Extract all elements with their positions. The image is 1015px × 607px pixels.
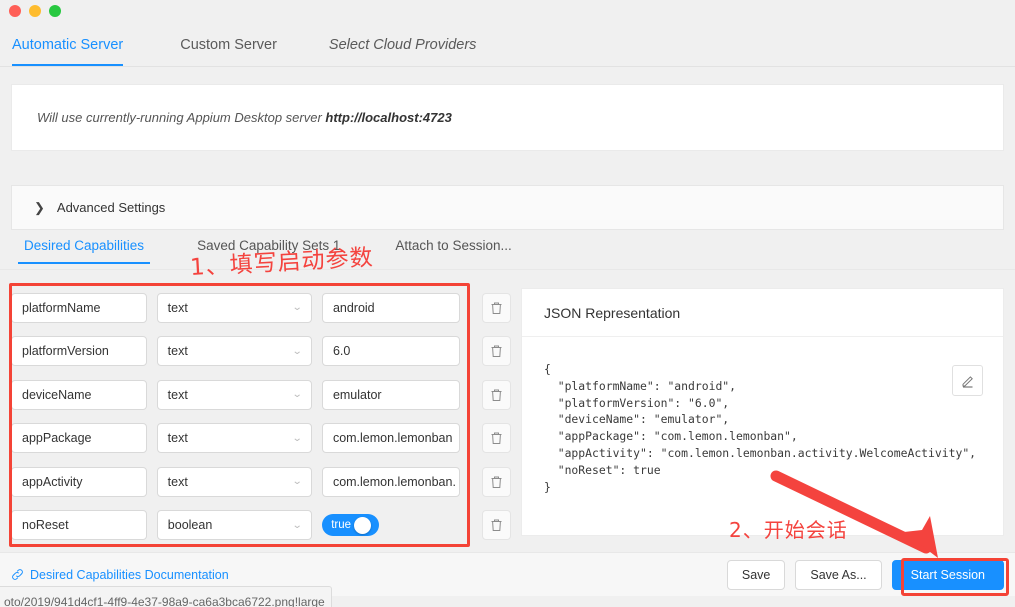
toggle-knob [354, 517, 371, 534]
capability-type-value: text [168, 344, 188, 358]
capability-name-input[interactable]: appActivity [11, 467, 147, 497]
delete-capability-button[interactable] [482, 336, 511, 366]
tab-attach-to-session[interactable]: Attach to Session... [395, 238, 511, 264]
capability-row: deviceName text ⌄ emulator [11, 373, 511, 417]
json-panel-title: JSON Representation [522, 289, 1003, 337]
chevron-down-icon: ⌄ [291, 346, 302, 357]
capability-value-input[interactable]: android [322, 293, 460, 323]
capability-value-input[interactable]: 6.0 [322, 336, 460, 366]
server-info-card: Will use currently-running Appium Deskto… [11, 84, 1004, 151]
capability-type-value: text [168, 431, 188, 445]
status-url-text: oto/2019/941d4cf1-4ff9-4e37-98a9-ca6a3bc… [4, 595, 325, 607]
delete-capability-button[interactable] [482, 423, 511, 453]
capability-value-input[interactable]: emulator [322, 380, 460, 410]
capability-type-value: text [168, 475, 188, 489]
save-as-button[interactable]: Save As... [795, 560, 881, 590]
server-info-url: http://localhost:4723 [325, 110, 451, 125]
link-icon [11, 568, 24, 581]
chevron-down-icon: ⌄ [291, 302, 302, 313]
capability-row: platformVersion text ⌄ 6.0 [11, 330, 511, 374]
advanced-settings-label: Advanced Settings [57, 200, 165, 215]
desired-capabilities-documentation-link[interactable]: Desired Capabilities Documentation [11, 568, 229, 582]
maximize-window-button[interactable] [49, 5, 61, 17]
chevron-right-icon: ❯ [34, 200, 45, 216]
window-titlebar [0, 0, 1015, 22]
capability-row: noReset boolean ⌄ true [11, 504, 511, 548]
minimize-window-button[interactable] [29, 5, 41, 17]
delete-capability-button[interactable] [482, 510, 511, 540]
close-window-button[interactable] [9, 5, 21, 17]
status-url-bar: oto/2019/941d4cf1-4ff9-4e37-98a9-ca6a3bc… [0, 586, 332, 607]
tab-desired-capabilities[interactable]: Desired Capabilities [24, 238, 144, 264]
tab-select-cloud-providers[interactable]: Select Cloud Providers [329, 37, 477, 66]
pencil-icon [961, 374, 975, 388]
capability-type-select[interactable]: text ⌄ [157, 293, 312, 323]
delete-capability-button[interactable] [482, 467, 511, 497]
capability-row: appPackage text ⌄ com.lemon.lemonban [11, 417, 511, 461]
capability-type-select[interactable]: text ⌄ [157, 423, 312, 453]
capability-name-input[interactable]: deviceName [11, 380, 147, 410]
capability-type-select[interactable]: text ⌄ [157, 467, 312, 497]
chevron-down-icon: ⌄ [291, 433, 302, 444]
trash-icon [490, 475, 503, 489]
chevron-down-icon: ⌄ [291, 389, 302, 400]
capability-type-select[interactable]: text ⌄ [157, 336, 312, 366]
trash-icon [490, 431, 503, 445]
capabilities-list: platformName text ⌄ android platformVers… [11, 286, 511, 547]
save-button[interactable]: Save [727, 560, 786, 590]
json-representation-panel: JSON Representation { "platformName": "a… [521, 288, 1004, 536]
capability-value-cell: true [322, 514, 459, 536]
toggle-label: true [325, 519, 354, 531]
capability-tab-bar: Desired Capabilities Saved Capability Se… [0, 238, 1015, 270]
server-info-text: Will use currently-running Appium Deskto… [12, 110, 452, 125]
advanced-settings-section[interactable]: ❯ Advanced Settings [11, 185, 1004, 230]
capability-type-value: text [168, 301, 188, 315]
capability-type-value: text [168, 388, 188, 402]
json-content: { "platformName": "android", "platformVe… [522, 337, 1003, 495]
capability-name-input[interactable]: appPackage [11, 423, 147, 453]
tab-automatic-server[interactable]: Automatic Server [12, 37, 123, 66]
trash-icon [490, 344, 503, 358]
start-session-button[interactable]: Start Session [892, 560, 1004, 590]
delete-capability-button[interactable] [482, 380, 511, 410]
annotation-step2-text: 2、开始会话 [729, 514, 848, 543]
server-info-prefix: Will use currently-running Appium Deskto… [37, 110, 325, 125]
capability-row: appActivity text ⌄ com.lemon.lemonban. [11, 460, 511, 504]
trash-icon [490, 301, 503, 315]
appium-desired-capabilities-window: Automatic Server Custom Server Select Cl… [0, 0, 1015, 607]
server-tab-bar: Automatic Server Custom Server Select Cl… [0, 22, 1015, 67]
capability-name-input[interactable]: platformName [11, 293, 147, 323]
chevron-down-icon: ⌄ [292, 520, 303, 531]
capability-row: platformName text ⌄ android [11, 286, 511, 330]
action-buttons: Save Save As... Start Session [727, 560, 1015, 590]
delete-capability-button[interactable] [482, 293, 511, 323]
capability-type-select[interactable]: text ⌄ [157, 380, 312, 410]
doc-link-label: Desired Capabilities Documentation [30, 568, 229, 582]
trash-icon [490, 388, 503, 402]
capability-name-input[interactable]: platformVersion [11, 336, 147, 366]
capability-type-select[interactable]: boolean ⌄ [157, 510, 312, 540]
capability-name-input[interactable]: noReset [11, 510, 147, 540]
tab-custom-server[interactable]: Custom Server [180, 37, 277, 66]
capability-value-input[interactable]: com.lemon.lemonban [322, 423, 460, 453]
capability-type-value: boolean [168, 518, 213, 532]
noreset-toggle-switch[interactable]: true [322, 514, 379, 536]
capability-value-input[interactable]: com.lemon.lemonban. [322, 467, 460, 497]
chevron-down-icon: ⌄ [291, 476, 302, 487]
trash-icon [490, 518, 503, 532]
edit-json-button[interactable] [952, 365, 983, 396]
